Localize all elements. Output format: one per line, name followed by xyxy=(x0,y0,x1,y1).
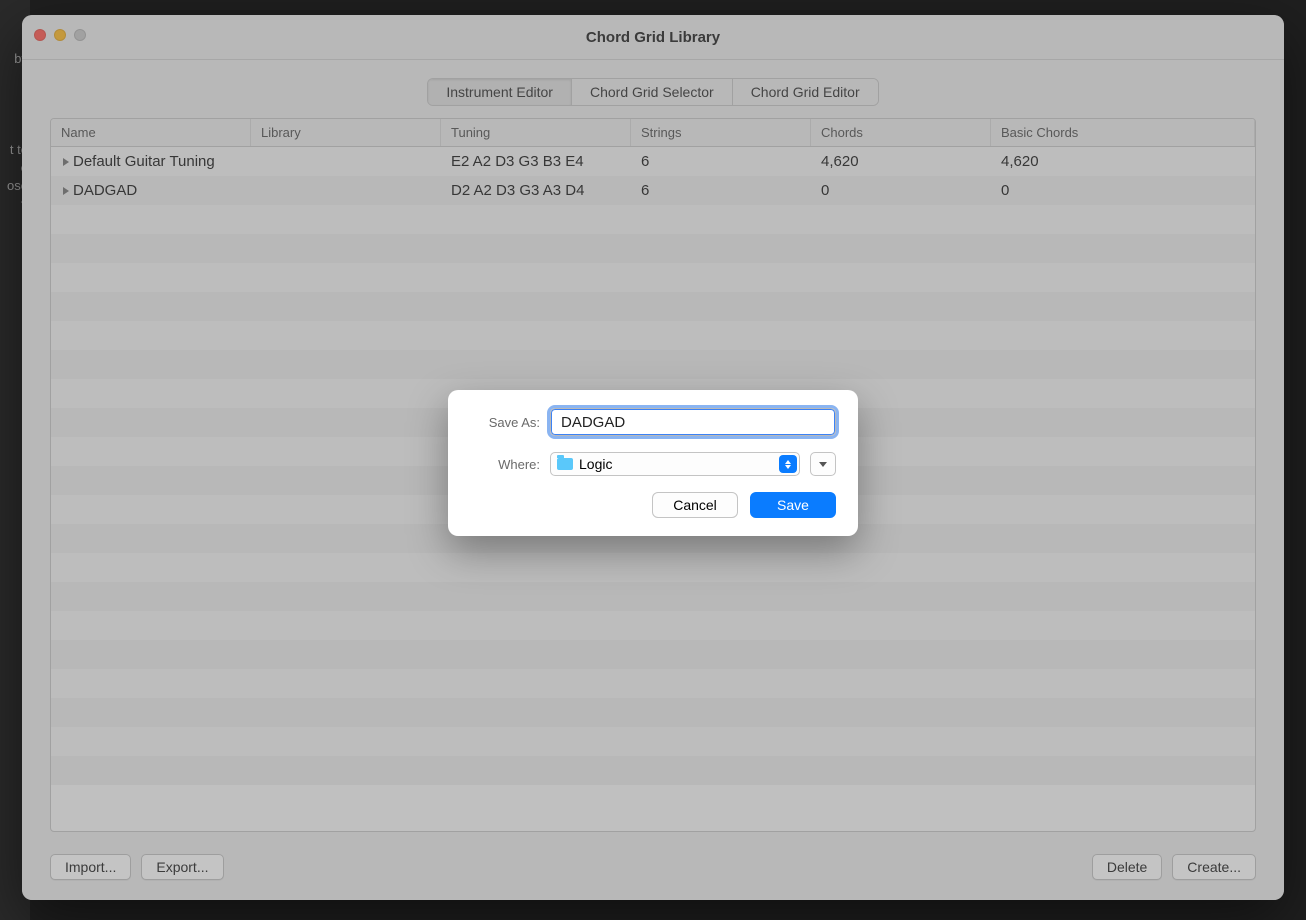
folder-icon xyxy=(557,458,573,470)
where-select[interactable]: Logic xyxy=(550,452,800,476)
expand-browser-button[interactable] xyxy=(810,452,836,476)
select-arrows-icon xyxy=(779,455,797,473)
save-dialog: Save As: Where: Logic Cancel Save xyxy=(448,390,858,536)
where-label: Where: xyxy=(470,457,540,472)
save-as-label: Save As: xyxy=(470,415,540,430)
cancel-button[interactable]: Cancel xyxy=(652,492,738,518)
save-button[interactable]: Save xyxy=(750,492,836,518)
save-as-input[interactable] xyxy=(550,408,836,436)
where-value: Logic xyxy=(579,456,612,472)
chord-grid-library-window: Chord Grid Library Instrument Editor Cho… xyxy=(22,15,1284,900)
